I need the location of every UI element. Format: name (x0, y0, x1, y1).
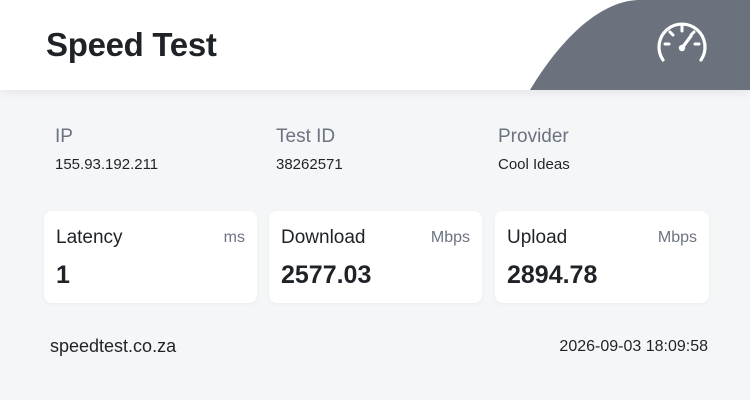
ip-label: IP (55, 126, 73, 147)
site-name: speedtest.co.za (50, 336, 177, 356)
latency-value: 1 (56, 261, 70, 289)
timestamp: 2026-09-03 18:09:58 (559, 338, 708, 355)
page-title: Speed Test (46, 26, 217, 63)
header-accent-shape (530, 0, 750, 90)
download-unit: Mbps (430, 229, 470, 246)
test-id-label: Test ID (276, 126, 336, 147)
download-label: Download (281, 227, 366, 248)
latency-label: Latency (56, 227, 123, 248)
header: Speed Test (0, 0, 750, 90)
provider-value: Cool Ideas (498, 156, 570, 173)
latency-unit: ms (223, 229, 245, 246)
upload-value: 2894.78 (507, 261, 598, 289)
download-card: Download Mbps 2577.03 (269, 211, 482, 303)
provider-label: Provider (498, 126, 569, 147)
test-id-info: Test ID 38262571 (276, 126, 343, 173)
ip-info: IP 155.93.192.211 (55, 126, 158, 173)
speedometer-icon (657, 22, 707, 62)
latency-card: Latency ms 1 (44, 211, 257, 303)
ip-value: 155.93.192.211 (55, 156, 159, 173)
speed-test-card: Speed Test IP 155.93.192.211 Test ID 382… (0, 0, 750, 400)
upload-unit: Mbps (657, 229, 697, 246)
upload-card: Upload Mbps 2894.78 (495, 211, 709, 303)
upload-label: Upload (507, 227, 568, 248)
download-value: 2577.03 (281, 261, 372, 289)
provider-info: Provider Cool Ideas (498, 126, 570, 173)
test-id-value: 38262571 (276, 156, 343, 173)
